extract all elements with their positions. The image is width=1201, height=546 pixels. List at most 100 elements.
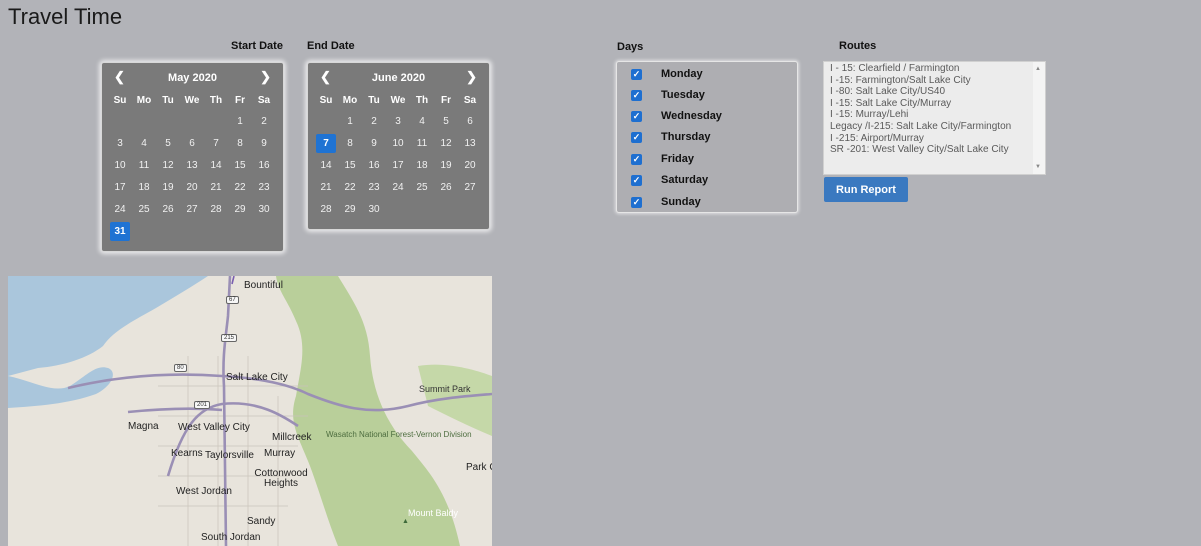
checkmark-icon[interactable]: ✓ <box>631 89 642 101</box>
day-option-wednesday[interactable]: ✓ Wednesday <box>631 107 722 125</box>
day-number[interactable]: 4 <box>412 112 432 131</box>
day-number[interactable]: 20 <box>460 156 480 175</box>
calendar-day[interactable]: 27 <box>180 198 204 220</box>
calendar-day[interactable]: 12 <box>156 154 180 176</box>
calendar-day[interactable]: 27 <box>458 176 482 198</box>
calendar-day[interactable]: 26 <box>156 198 180 220</box>
day-option-monday[interactable]: ✓ Monday <box>631 65 703 83</box>
day-number[interactable]: 3 <box>110 134 130 153</box>
day-number[interactable]: 9 <box>254 134 274 153</box>
route-option[interactable]: I -15: Farmington/Salt Lake City <box>830 75 1045 87</box>
calendar-day[interactable]: 5 <box>434 110 458 132</box>
calendar-day[interactable]: 29 <box>338 198 362 220</box>
route-option[interactable]: Legacy /I-215: Salt Lake City/Farmington <box>830 121 1045 133</box>
day-number[interactable]: 29 <box>230 200 250 219</box>
day-number[interactable]: 9 <box>364 134 384 153</box>
calendar-day[interactable]: 3 <box>108 132 132 154</box>
calendar-day[interactable]: 23 <box>252 176 276 198</box>
calendar-day[interactable]: 18 <box>132 176 156 198</box>
selected-day[interactable]: 31 <box>110 221 130 241</box>
calendar-day[interactable]: 6 <box>458 110 482 132</box>
day-number[interactable]: 24 <box>110 200 130 219</box>
day-option-sunday[interactable]: ✓ Sunday <box>631 193 701 211</box>
calendar-day[interactable]: 23 <box>362 176 386 198</box>
route-option[interactable]: I -215: Airport/Murray <box>830 133 1045 145</box>
day-number[interactable]: 1 <box>340 112 360 131</box>
calendar-day[interactable]: 21 <box>204 176 228 198</box>
calendar-day[interactable]: 24 <box>108 198 132 220</box>
calendar-day[interactable]: 26 <box>434 176 458 198</box>
day-number[interactable]: 28 <box>206 200 226 219</box>
calendar-day[interactable]: 7 <box>314 132 338 154</box>
day-number[interactable]: 16 <box>364 156 384 175</box>
calendar-day[interactable]: 18 <box>410 154 434 176</box>
chevron-right-icon[interactable]: ❯ <box>466 70 477 84</box>
scroll-up-icon[interactable]: ▲ <box>1035 66 1041 72</box>
day-number[interactable]: 21 <box>206 178 226 197</box>
day-number[interactable]: 27 <box>460 178 480 197</box>
day-number[interactable]: 2 <box>254 112 274 131</box>
day-number[interactable]: 12 <box>436 134 456 153</box>
calendar-day[interactable]: 8 <box>228 132 252 154</box>
calendar-day[interactable]: 11 <box>410 132 434 154</box>
day-number[interactable]: 6 <box>460 112 480 131</box>
calendar-day[interactable]: 22 <box>338 176 362 198</box>
selected-day[interactable]: 7 <box>316 133 336 153</box>
route-option[interactable]: SR -201: West Valley City/Salt Lake City <box>830 144 1045 156</box>
day-number[interactable]: 5 <box>158 134 178 153</box>
calendar-day[interactable]: 20 <box>458 154 482 176</box>
day-number[interactable]: 8 <box>340 134 360 153</box>
calendar-day[interactable]: 21 <box>314 176 338 198</box>
calendar-day[interactable]: 29 <box>228 198 252 220</box>
run-report-button[interactable]: Run Report <box>824 177 908 202</box>
calendar-day[interactable]: 14 <box>314 154 338 176</box>
day-number[interactable]: 1 <box>230 112 250 131</box>
day-number[interactable]: 18 <box>412 156 432 175</box>
calendar-day[interactable]: 11 <box>132 154 156 176</box>
day-number[interactable]: 29 <box>340 200 360 219</box>
day-number[interactable]: 23 <box>364 178 384 197</box>
day-number[interactable]: 2 <box>364 112 384 131</box>
calendar-day[interactable]: 14 <box>204 154 228 176</box>
day-number[interactable]: 21 <box>316 178 336 197</box>
checkmark-icon[interactable]: ✓ <box>631 153 642 165</box>
calendar-day[interactable]: 16 <box>252 154 276 176</box>
day-number[interactable]: 30 <box>254 200 274 219</box>
day-number[interactable]: 25 <box>412 178 432 197</box>
calendar-day[interactable]: 8 <box>338 132 362 154</box>
day-number[interactable]: 4 <box>134 134 154 153</box>
calendar-day[interactable]: 6 <box>180 132 204 154</box>
day-number[interactable]: 10 <box>388 134 408 153</box>
day-number[interactable]: 25 <box>134 200 154 219</box>
day-number[interactable]: 30 <box>364 200 384 219</box>
calendar-day[interactable]: 1 <box>338 110 362 132</box>
day-number[interactable]: 3 <box>388 112 408 131</box>
calendar-day[interactable]: 17 <box>108 176 132 198</box>
calendar-day[interactable]: 13 <box>180 154 204 176</box>
checkmark-icon[interactable]: ✓ <box>631 68 642 80</box>
day-number[interactable]: 24 <box>388 178 408 197</box>
day-number[interactable]: 16 <box>254 156 274 175</box>
calendar-day[interactable]: 15 <box>228 154 252 176</box>
calendar-day[interactable]: 4 <box>132 132 156 154</box>
day-option-saturday[interactable]: ✓ Saturday <box>631 171 708 189</box>
route-option[interactable]: I -80: Salt Lake City/US40 <box>830 86 1045 98</box>
day-number[interactable]: 14 <box>316 156 336 175</box>
day-number[interactable]: 12 <box>158 156 178 175</box>
day-number[interactable]: 18 <box>134 178 154 197</box>
checkmark-icon[interactable]: ✓ <box>631 131 642 143</box>
day-number[interactable]: 28 <box>316 200 336 219</box>
day-option-friday[interactable]: ✓ Friday <box>631 150 694 168</box>
calendar-day[interactable]: 9 <box>362 132 386 154</box>
chevron-right-icon[interactable]: ❯ <box>260 70 271 84</box>
calendar-day[interactable]: 30 <box>362 198 386 220</box>
calendar-day[interactable]: 28 <box>204 198 228 220</box>
day-number[interactable]: 19 <box>436 156 456 175</box>
calendar-day[interactable]: 2 <box>252 110 276 132</box>
day-number[interactable]: 27 <box>182 200 202 219</box>
route-option[interactable]: I -15: Salt Lake City/Murray <box>830 98 1045 110</box>
calendar-day[interactable]: 2 <box>362 110 386 132</box>
day-number[interactable]: 15 <box>340 156 360 175</box>
route-option[interactable]: I - 15: Clearfield / Farmington <box>830 63 1045 75</box>
calendar-day[interactable]: 12 <box>434 132 458 154</box>
